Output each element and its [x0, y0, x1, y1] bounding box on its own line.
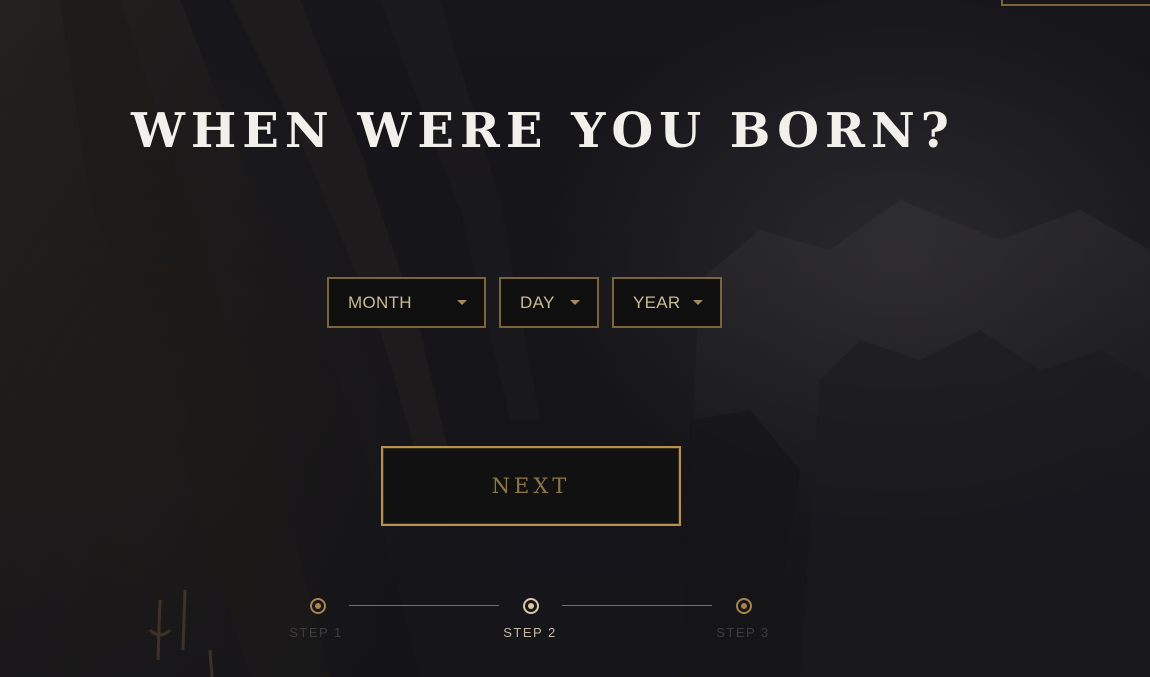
next-button[interactable]: NEXT [381, 446, 681, 526]
month-select-label: MONTH [348, 292, 412, 312]
signup-screen: WHEN WERE YOU BORN? MONTH DAY YEAR NEXT … [0, 0, 1150, 677]
year-select[interactable]: YEAR [612, 277, 722, 328]
caret-down-icon [570, 300, 580, 305]
caret-down-icon [693, 300, 703, 305]
day-select[interactable]: DAY [499, 277, 599, 328]
month-select[interactable]: MONTH [327, 277, 486, 328]
year-select-label: YEAR [633, 292, 681, 312]
day-select-label: DAY [520, 292, 555, 312]
next-button-label: NEXT [491, 474, 571, 498]
corner-frame-decoration [1001, 0, 1150, 6]
page-title: WHEN WERE YOU BORN? [131, 103, 955, 159]
caret-down-icon [457, 300, 467, 305]
